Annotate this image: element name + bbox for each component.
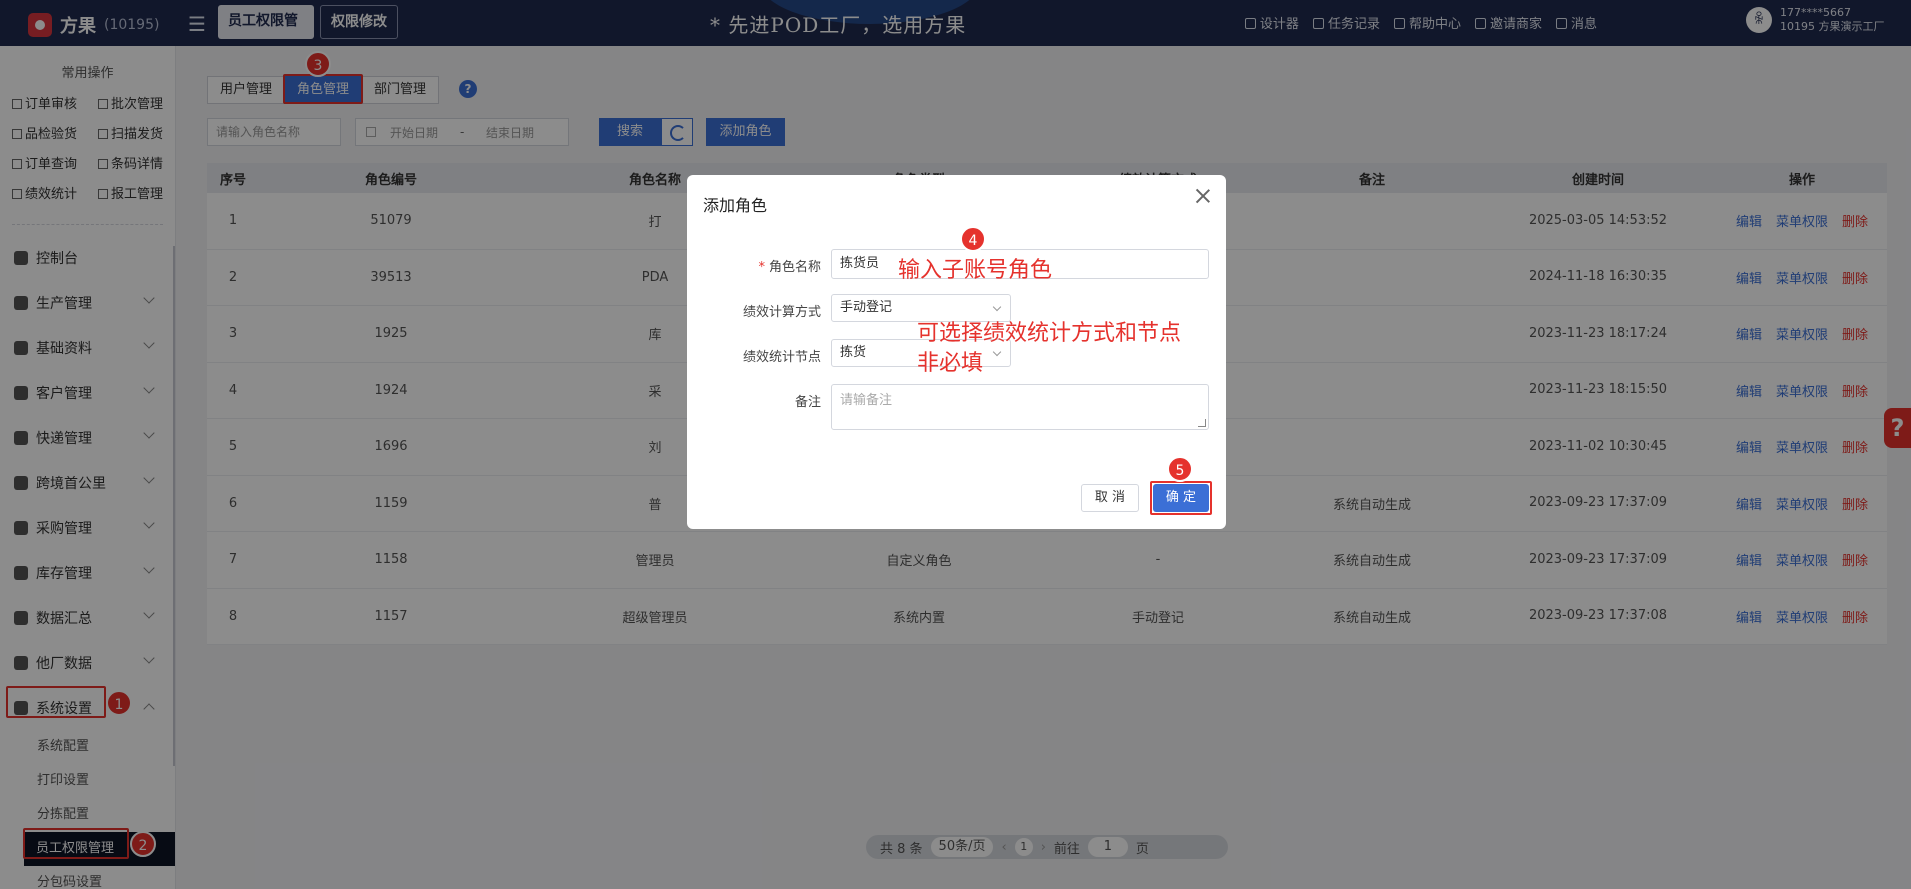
annotation-optional-line1: 可选择绩效统计方式和节点 — [917, 321, 1182, 346]
cancel-button[interactable]: 取 消 — [1081, 484, 1139, 512]
required-mark: * — [758, 260, 765, 275]
chevron-down-icon — [992, 302, 1002, 312]
annotation-optional-line2: 非必填 — [917, 351, 984, 376]
performance-node-label: 绩效统计节点 — [742, 350, 821, 365]
performance-method-label: 绩效计算方式 — [742, 305, 821, 320]
close-icon[interactable] — [1194, 187, 1212, 205]
annotation-enter-role: 输入子账号角色 — [898, 258, 1053, 283]
remark-label: 备注 — [794, 395, 821, 410]
dialog-title: 添加角色 — [703, 196, 768, 215]
highlight-confirm — [1150, 481, 1212, 515]
step-badge-4: 4 — [960, 226, 986, 252]
remark-textarea[interactable]: 请输备注 — [831, 384, 1209, 430]
role-name-label: * 角色名称 — [758, 260, 821, 275]
chevron-down-icon — [992, 347, 1002, 357]
step-badge-5: 5 — [1167, 456, 1193, 482]
resize-handle-icon[interactable] — [1198, 419, 1206, 427]
